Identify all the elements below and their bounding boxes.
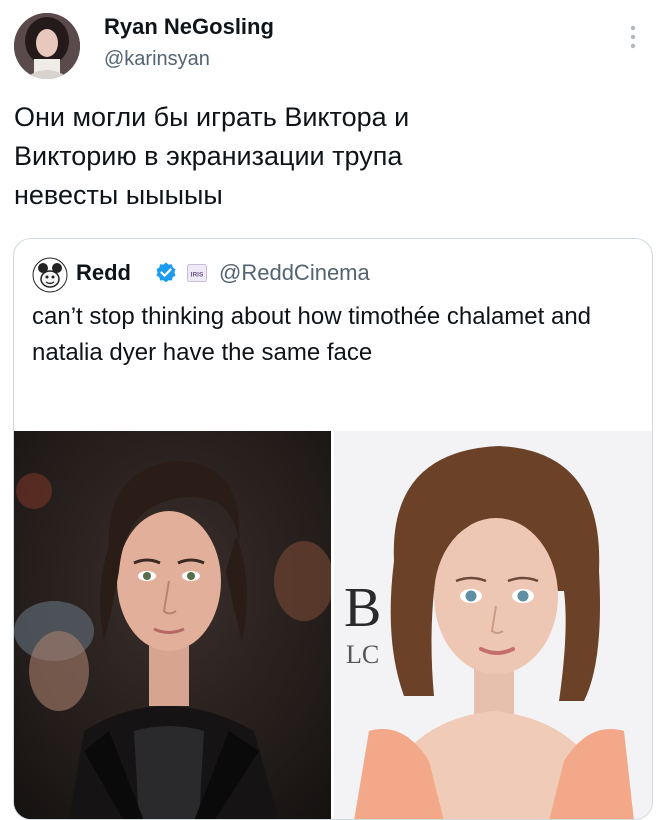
author-handle[interactable]: @karinsyan [104,48,210,71]
tweet-text: Они могли бы играть Виктора и Викторию в… [14,102,410,210]
quoted-tweet-text: can’t stop thinking about how timothée c… [32,303,592,366]
photo-natalia-dyer[interactable]: B LC [334,431,652,819]
author-avatar[interactable] [14,13,80,79]
quoted-author-name[interactable]: Redd [76,260,131,286]
affiliate-badge-text: IRIS [191,272,204,279]
quoted-tweet-card[interactable]: Redd IRIS @ReddCinema can’t stop thinkin… [13,238,653,820]
quoted-author-handle[interactable]: @ReddCinema [219,260,370,286]
backdrop-sign-letter: B [344,577,381,639]
affiliate-badge-icon[interactable]: IRIS [187,263,207,283]
verified-badge-icon [154,261,178,285]
author-display-name[interactable]: Ryan NeGosling [104,14,274,40]
quoted-author-avatar[interactable] [32,257,68,293]
more-vertical-icon[interactable] [626,22,640,52]
quoted-media[interactable]: B LC [14,431,652,819]
photo-timothee-chalamet[interactable] [14,431,331,819]
backdrop-sign-letter-small: LC [346,640,379,669]
